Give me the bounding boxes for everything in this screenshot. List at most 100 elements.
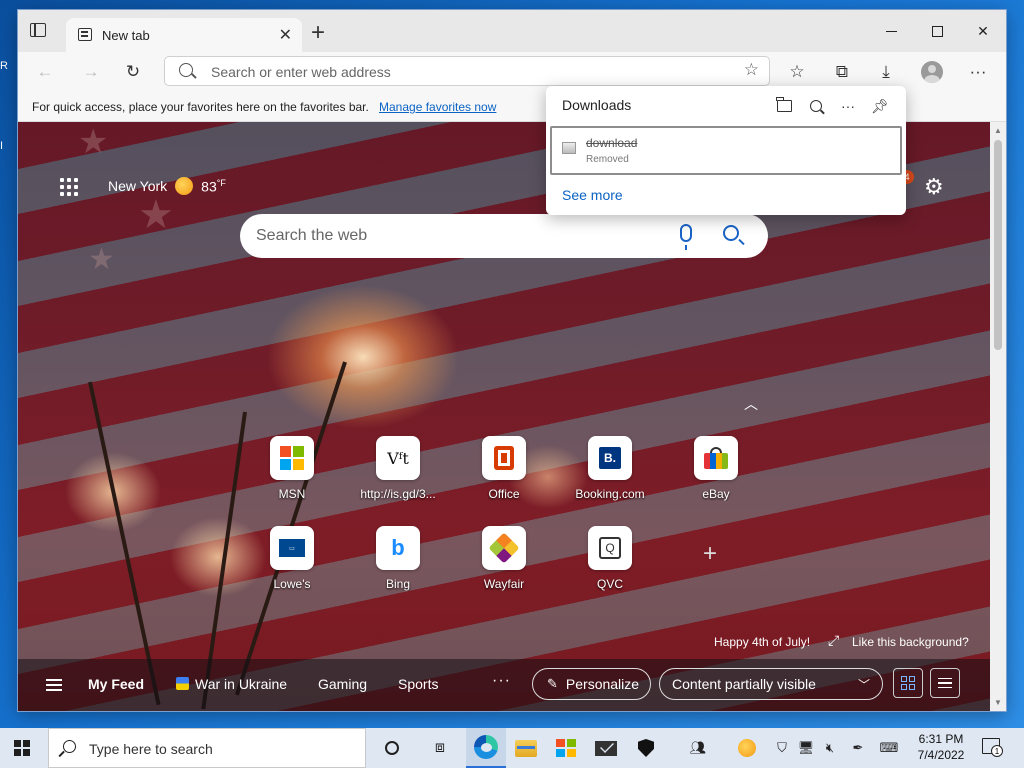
maximize-button[interactable] (914, 10, 960, 52)
task-view-button[interactable]: ⧈ (420, 728, 460, 768)
cortana-button[interactable] (372, 728, 412, 768)
downloads-more-button[interactable]: ··· (836, 95, 860, 117)
like-background-link[interactable]: Like this background? (852, 635, 969, 649)
refresh-button[interactable]: ↻ (118, 58, 148, 86)
downloads-button[interactable]: ⤓ (871, 58, 901, 86)
feed-tab-sports[interactable]: Sports (398, 676, 438, 692)
taskbar-store[interactable] (546, 728, 586, 768)
shield-icon (638, 739, 654, 757)
more-feed-icon[interactable]: ··· (492, 672, 511, 690)
taskbar: Type here to search ⧈ 👥︎ ⛉ 🖥︎ 🔇︎ ✒ ⌨ 6:3… (0, 728, 1024, 768)
more-icon: ··· (841, 98, 855, 114)
taskbar-edge[interactable] (466, 728, 506, 768)
collections-button[interactable]: ⧉ (827, 58, 857, 86)
feed-tab-my-feed[interactable]: My Feed (88, 676, 144, 692)
volume-muted-icon: 🔇︎ (825, 740, 835, 755)
desktop-icon-partial[interactable]: R (0, 60, 18, 80)
settings-more-button[interactable]: ··· (963, 58, 993, 86)
action-center-button[interactable]: 1 (982, 738, 1003, 757)
scroll-down-icon[interactable]: ▼ (994, 698, 1002, 707)
favorites-bar-message: For quick access, place your favorites h… (32, 100, 369, 114)
weather-tray-button[interactable] (736, 728, 758, 768)
forward-button[interactable]: → (76, 58, 106, 86)
new-tab-button[interactable]: + (311, 19, 325, 47)
app-launcher-button[interactable] (60, 178, 78, 196)
quick-link-msn[interactable]: MSN (242, 436, 342, 501)
pin-downloads-button[interactable]: 📌︎ (868, 95, 892, 117)
quick-link-isgd[interactable]: Vᶠt http://is.gd/3... (348, 436, 448, 501)
pen-tray-button[interactable]: ✒ (848, 728, 868, 768)
scroll-up-icon[interactable]: ▲ (994, 126, 1002, 135)
edge-icon (474, 735, 498, 759)
quick-link-label: Lowe's (273, 577, 311, 591)
close-window-button[interactable]: ✕ (960, 10, 1006, 52)
grid-view-button[interactable] (893, 668, 923, 698)
personalize-label: Personalize (565, 676, 640, 692)
quick-link-lowes[interactable]: ▭ Lowe's (242, 526, 342, 591)
search-submit-icon[interactable] (723, 225, 739, 241)
quick-link-ebay[interactable]: eBay (666, 436, 766, 501)
favorites-icon: ☆ (789, 62, 805, 81)
bing-icon: b (391, 535, 405, 560)
taskbar-mail[interactable] (586, 728, 626, 768)
sunny-icon (175, 177, 194, 195)
taskbar-file-explorer[interactable] (506, 728, 546, 768)
profile-button[interactable] (917, 58, 947, 86)
start-button[interactable] (14, 740, 30, 756)
taskbar-search-box[interactable]: Type here to search (48, 728, 366, 768)
see-more-link[interactable]: See more (562, 187, 623, 203)
defender-tray-button[interactable]: ⛉ (772, 728, 792, 768)
content-visibility-dropdown[interactable]: Content partially visible ﹀ (659, 668, 883, 700)
microphone-icon[interactable] (680, 224, 692, 250)
address-bar[interactable]: Search or enter web address ☆ (164, 56, 770, 86)
add-favorite-icon[interactable]: ☆ (744, 60, 759, 80)
quick-link-qvc[interactable]: Q QVC (560, 526, 660, 591)
feed-tab-war-in-ukraine[interactable]: War in Ukraine (176, 676, 287, 692)
clock[interactable]: 6:31 PM 7/4/2022 (912, 731, 970, 763)
manage-favorites-link[interactable]: Manage favorites now (379, 100, 496, 114)
people-button[interactable]: 👥︎ (686, 728, 710, 768)
network-icon: 🖥︎ (797, 740, 815, 755)
open-downloads-folder-button[interactable] (772, 95, 796, 117)
expand-background-icon[interactable]: ⤢ (828, 632, 839, 649)
booking-icon: B. (599, 447, 621, 469)
taskbar-security[interactable] (626, 728, 666, 768)
weather-widget[interactable]: New York 83°F (108, 177, 226, 195)
search-downloads-button[interactable] (804, 95, 828, 117)
feed-tab-gaming[interactable]: Gaming (318, 676, 367, 692)
personalize-button[interactable]: ✎ Personalize (532, 668, 651, 700)
scrollbar-thumb[interactable] (994, 140, 1002, 350)
background-caption[interactable]: Happy 4th of July! (714, 635, 810, 649)
tab-actions-icon (30, 23, 46, 37)
list-view-button[interactable] (930, 668, 960, 698)
minimize-button[interactable] (868, 10, 914, 52)
quick-link-label: Booking.com (575, 487, 645, 501)
shield-warning-icon: ⛉ (777, 740, 787, 755)
volume-tray-button[interactable]: 🔇︎ (820, 728, 840, 768)
web-search-placeholder: Search the web (256, 227, 368, 244)
quick-link-office[interactable]: Office (454, 436, 554, 501)
desktop-icon-partial[interactable]: I (0, 140, 18, 160)
download-item[interactable]: download Removed (550, 126, 902, 175)
file-explorer-icon (515, 739, 537, 757)
page-scrollbar[interactable]: ▲ ▼ (990, 122, 1006, 711)
quick-link-bing[interactable]: b Bing (348, 526, 448, 591)
favorites-button[interactable]: ☆ (782, 58, 812, 86)
page-settings-icon[interactable]: ⚙ (924, 174, 944, 200)
chevron-down-icon: ﹀ (857, 677, 870, 692)
web-search-box[interactable]: Search the web (240, 214, 768, 258)
download-status: Removed (586, 154, 629, 165)
lowes-icon: ▭ (279, 539, 305, 557)
quick-link-wayfair[interactable]: Wayfair (454, 526, 554, 591)
quick-link-booking[interactable]: B. Booking.com (560, 436, 660, 501)
close-tab-icon[interactable]: ✕ (279, 25, 292, 45)
keyboard-tray-button[interactable]: ⌨ (876, 728, 902, 768)
tab-actions-button[interactable] (30, 23, 52, 41)
network-tray-button[interactable]: 🖥︎ (796, 728, 816, 768)
add-quick-link-button[interactable]: + (703, 540, 717, 568)
quick-link-label: MSN (278, 487, 306, 501)
menu-icon[interactable] (46, 679, 62, 691)
back-button[interactable]: ← (30, 58, 60, 86)
collapse-quick-links-icon[interactable]: ︿ (744, 394, 758, 414)
tab-new-tab[interactable]: New tab ✕ (66, 18, 302, 52)
